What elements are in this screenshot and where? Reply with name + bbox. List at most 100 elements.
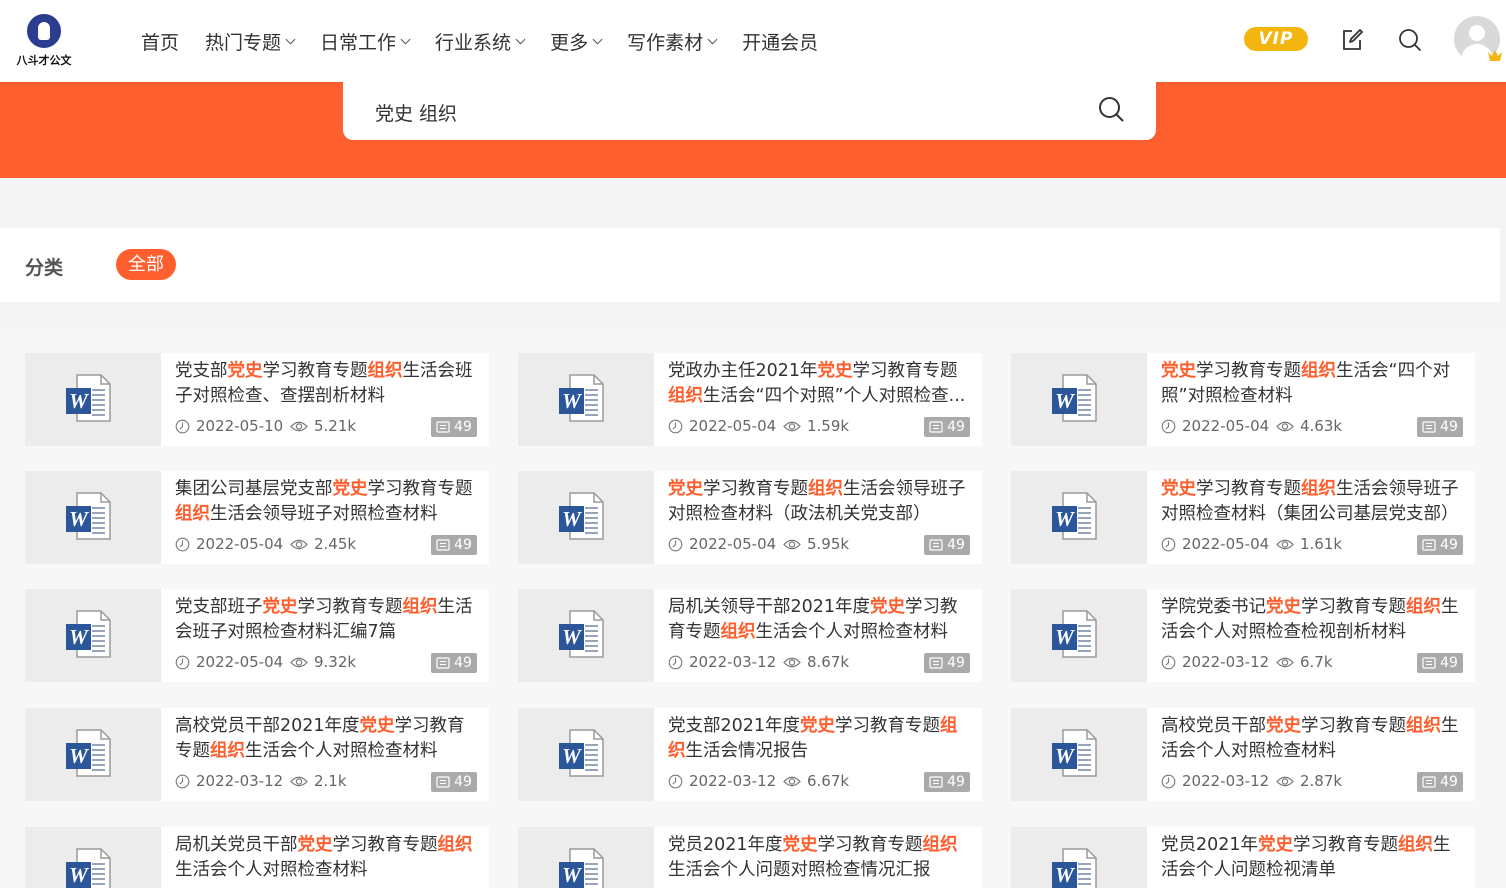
- chevron-down-icon: [400, 34, 411, 44]
- search-icon[interactable]: [1397, 27, 1423, 53]
- result-views: 9.32k: [290, 653, 356, 671]
- result-card[interactable]: W 党员2021年党史学习教育专题组织生活会个人问题检视清单: [1011, 827, 1475, 888]
- svg-text:W: W: [69, 863, 89, 887]
- nav-item-label: 写作素材: [627, 31, 704, 54]
- pages-icon: [436, 657, 450, 669]
- result-title[interactable]: 党政办主任2021年党史学习教育专题组织生活会“四个对照”个人对照检查...: [668, 359, 970, 411]
- svg-text:W: W: [69, 389, 89, 413]
- result-meta: 2022-03-12 6.7k 49: [1161, 652, 1463, 674]
- result-thumbnail[interactable]: W: [1011, 471, 1147, 564]
- search-submit-icon[interactable]: [1097, 95, 1125, 123]
- result-thumbnail[interactable]: W: [25, 471, 161, 564]
- result-thumbnail[interactable]: W: [1011, 589, 1147, 682]
- result-card[interactable]: W 局机关领导干部2021年度党史学习教育专题组织生活会个人对照检查材料 2022-…: [518, 589, 982, 682]
- nav-item[interactable]: 写作素材: [627, 28, 718, 55]
- search-query[interactable]: 党史 组织: [375, 99, 457, 126]
- result-meta: 2022-05-04 1.59k 49: [668, 416, 970, 438]
- result-views-text: 9.32k: [314, 653, 357, 671]
- result-card[interactable]: W 集团公司基层党支部党史学习教育专题组织生活会领导班子对照检查材料 2022-05…: [25, 471, 489, 564]
- result-views: 4.63k: [1276, 417, 1342, 435]
- word-doc-icon: W: [1052, 374, 1097, 422]
- nav-item[interactable]: 热门专题: [205, 28, 296, 55]
- result-views-text: 5.21k: [314, 417, 357, 435]
- svg-text:W: W: [69, 507, 89, 531]
- keyword-highlight: 组织: [1301, 479, 1336, 499]
- keyword-highlight: 党史: [782, 835, 818, 855]
- vip-badge[interactable]: VIP: [1244, 27, 1308, 51]
- result-date-text: 2022-05-10: [196, 417, 284, 435]
- result-views: 2.45k: [290, 535, 356, 553]
- result-thumbnail[interactable]: W: [518, 353, 654, 446]
- word-doc-icon: W: [66, 848, 111, 888]
- keyword-highlight: 组织: [175, 504, 210, 524]
- result-thumbnail[interactable]: W: [1011, 708, 1147, 801]
- result-thumbnail[interactable]: W: [25, 589, 161, 682]
- result-pages-text: 49: [1440, 537, 1458, 553]
- result-card[interactable]: W 局机关党员干部党史学习教育专题组织生活会个人对照检查材料: [25, 827, 489, 888]
- result-title[interactable]: 高校党员干部2021年度党史学习教育专题组织生活会个人对照检查材料: [175, 714, 477, 766]
- result-title[interactable]: 党支部党史学习教育专题组织生活会班子对照检查、查摆剖析材料: [175, 359, 477, 411]
- result-date-text: 2022-05-04: [689, 535, 777, 553]
- edit-icon[interactable]: [1339, 27, 1365, 53]
- result-thumbnail[interactable]: W: [518, 827, 654, 888]
- category-all-pill[interactable]: 全部: [116, 249, 176, 280]
- keyword-highlight: 组织: [1301, 361, 1336, 381]
- result-card[interactable]: W 党支部2021年度党史学习教育专题组织生活会情况报告 2022-03-12 6.6…: [518, 708, 982, 801]
- result-date-text: 2022-03-12: [1182, 653, 1270, 671]
- result-card[interactable]: W 学院党委书记党史学习教育专题组织生活会个人对照检查检视剖析材料 2022-03-…: [1011, 589, 1475, 682]
- result-thumbnail[interactable]: W: [25, 708, 161, 801]
- result-date: 2022-03-12: [1161, 772, 1269, 790]
- keyword-highlight: 党史: [297, 835, 333, 855]
- result-title[interactable]: 党员2021年党史学习教育专题组织生活会个人问题检视清单: [1161, 833, 1463, 885]
- result-views-text: 5.95k: [807, 535, 850, 553]
- clock-icon: [1161, 537, 1176, 551]
- keyword-highlight: 组织: [922, 835, 958, 855]
- result-thumbnail[interactable]: W: [518, 471, 654, 564]
- result-title[interactable]: 党员2021年度党史学习教育专题组织生活会个人问题对照检查情况汇报: [668, 833, 970, 885]
- search-input[interactable]: 党史 组织: [343, 82, 1156, 140]
- result-thumbnail[interactable]: W: [1011, 353, 1147, 446]
- result-title[interactable]: 高校党员干部党史学习教育专题组织生活会个人对照检查材料: [1161, 714, 1463, 766]
- result-thumbnail[interactable]: W: [25, 353, 161, 446]
- result-views-text: 2.1k: [314, 772, 347, 790]
- nav-item[interactable]: 首页: [141, 28, 179, 55]
- result-card[interactable]: W 高校党员干部2021年度党史学习教育专题组织生活会个人对照检查材料 2022-0…: [25, 708, 489, 801]
- result-card[interactable]: W 党支部党史学习教育专题组织生活会班子对照检查、查摆剖析材料 2022-05-10…: [25, 353, 489, 446]
- result-thumbnail[interactable]: W: [25, 827, 161, 888]
- result-title[interactable]: 党史学习教育专题组织生活会领导班子对照检查材料（政法机关党支部）: [668, 477, 970, 529]
- result-title[interactable]: 党史学习教育专题组织生活会“四个对照”对照检查材料: [1161, 359, 1463, 411]
- result-title[interactable]: 党支部2021年度党史学习教育专题组织生活会情况报告: [668, 714, 970, 766]
- svg-text:W: W: [1055, 507, 1075, 531]
- result-thumbnail[interactable]: W: [518, 589, 654, 682]
- result-title[interactable]: 局机关领导干部2021年度党史学习教育专题组织生活会个人对照检查材料: [668, 595, 970, 647]
- keyword-highlight: 党史: [870, 597, 906, 617]
- result-date: 2022-05-04: [175, 535, 283, 553]
- nav-item[interactable]: 日常工作: [320, 28, 411, 55]
- result-title[interactable]: 党支部班子党史学习教育专题组织生活会班子对照检查材料汇编7篇: [175, 595, 477, 647]
- clock-icon: [175, 774, 190, 788]
- result-thumbnail[interactable]: W: [1011, 827, 1147, 888]
- result-meta: 2022-03-12 2.87k 49: [1161, 771, 1463, 793]
- result-title[interactable]: 局机关党员干部党史学习教育专题组织生活会个人对照检查材料: [175, 833, 477, 885]
- result-card[interactable]: W 党史学习教育专题组织生活会“四个对照”对照检查材料 2022-05-04 4.63…: [1011, 353, 1475, 446]
- result-meta: 2022-05-04 1.61k 49: [1161, 534, 1463, 556]
- result-pages-badge: 49: [431, 772, 477, 792]
- result-card[interactable]: W 党史学习教育专题组织生活会领导班子对照检查材料（政法机关党支部） 2022-05…: [518, 471, 982, 564]
- nav-item[interactable]: 更多: [550, 28, 603, 55]
- pages-icon: [1422, 776, 1436, 788]
- result-title[interactable]: 学院党委书记党史学习教育专题组织生活会个人对照检查检视剖析材料: [1161, 595, 1463, 647]
- result-thumbnail[interactable]: W: [518, 708, 654, 801]
- result-card[interactable]: W 高校党员干部党史学习教育专题组织生活会个人对照检查材料 2022-03-12 2.…: [1011, 708, 1475, 801]
- result-title[interactable]: 党史学习教育专题组织生活会领导班子对照检查材料（集团公司基层党支部）: [1161, 477, 1463, 529]
- site-logo[interactable]: 八斗才公文: [14, 14, 74, 70]
- result-card[interactable]: W 党政办主任2021年党史学习教育专题组织生活会“四个对照”个人对照检查... 2…: [518, 353, 982, 446]
- nav-item-label: 更多: [550, 31, 589, 54]
- result-card[interactable]: W 党史学习教育专题组织生活会领导班子对照检查材料（集团公司基层党支部） 2022-…: [1011, 471, 1475, 564]
- svg-text:W: W: [69, 744, 89, 768]
- result-card[interactable]: W 党支部班子党史学习教育专题组织生活会班子对照检查材料汇编7篇 2022-05-0…: [25, 589, 489, 682]
- result-title[interactable]: 集团公司基层党支部党史学习教育专题组织生活会领导班子对照检查材料: [175, 477, 477, 529]
- keyword-highlight: 组织: [1398, 835, 1434, 855]
- result-card[interactable]: W 党员2021年度党史学习教育专题组织生活会个人问题对照检查情况汇报: [518, 827, 982, 888]
- nav-item[interactable]: 开通会员: [742, 28, 818, 55]
- nav-item[interactable]: 行业系统: [435, 28, 526, 55]
